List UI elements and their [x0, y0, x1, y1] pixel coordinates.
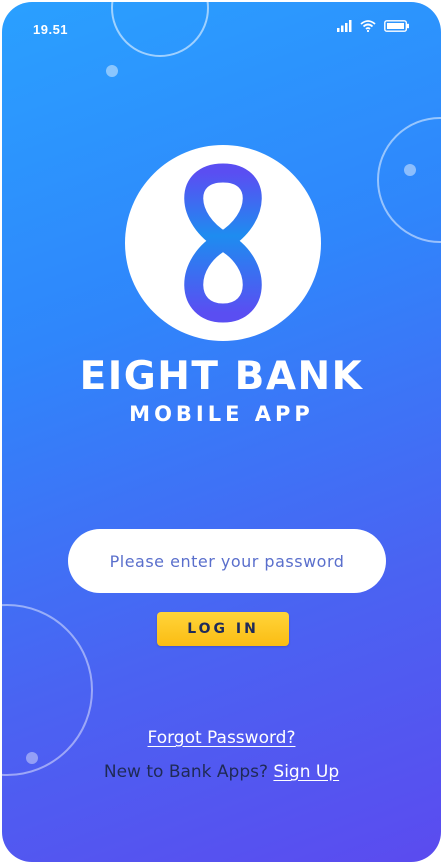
status-time: 19.51 — [33, 22, 69, 37]
logo-circle — [125, 145, 321, 341]
signup-row: New to Bank Apps? Sign Up — [2, 762, 441, 782]
battery-icon — [384, 20, 409, 32]
forgot-password-row: Forgot Password? — [2, 728, 441, 748]
signup-prompt: New to Bank Apps? — [103, 762, 269, 782]
signup-link[interactable]: Sign Up — [273, 762, 339, 782]
deco-dot-right — [404, 164, 416, 176]
login-button[interactable]: LOG IN — [157, 612, 289, 646]
deco-ring-right — [377, 117, 441, 243]
brand-subtitle: MOBILE APP — [129, 402, 314, 426]
wifi-icon — [360, 20, 376, 32]
deco-ring-bottom-left — [2, 604, 93, 776]
deco-dot-top — [106, 65, 118, 77]
brand-title: EIGHT BANK — [79, 354, 364, 399]
login-screen: 19.51 EIGHT BANK MOBILE APP LOG IN Forgo… — [2, 2, 441, 862]
status-bar: 19.51 — [2, 2, 441, 58]
forgot-password-link[interactable]: Forgot Password? — [148, 728, 296, 748]
password-input[interactable] — [68, 529, 386, 593]
signal-icon — [337, 20, 352, 32]
figure-eight-logo-icon — [184, 163, 262, 323]
status-icons — [337, 20, 410, 32]
